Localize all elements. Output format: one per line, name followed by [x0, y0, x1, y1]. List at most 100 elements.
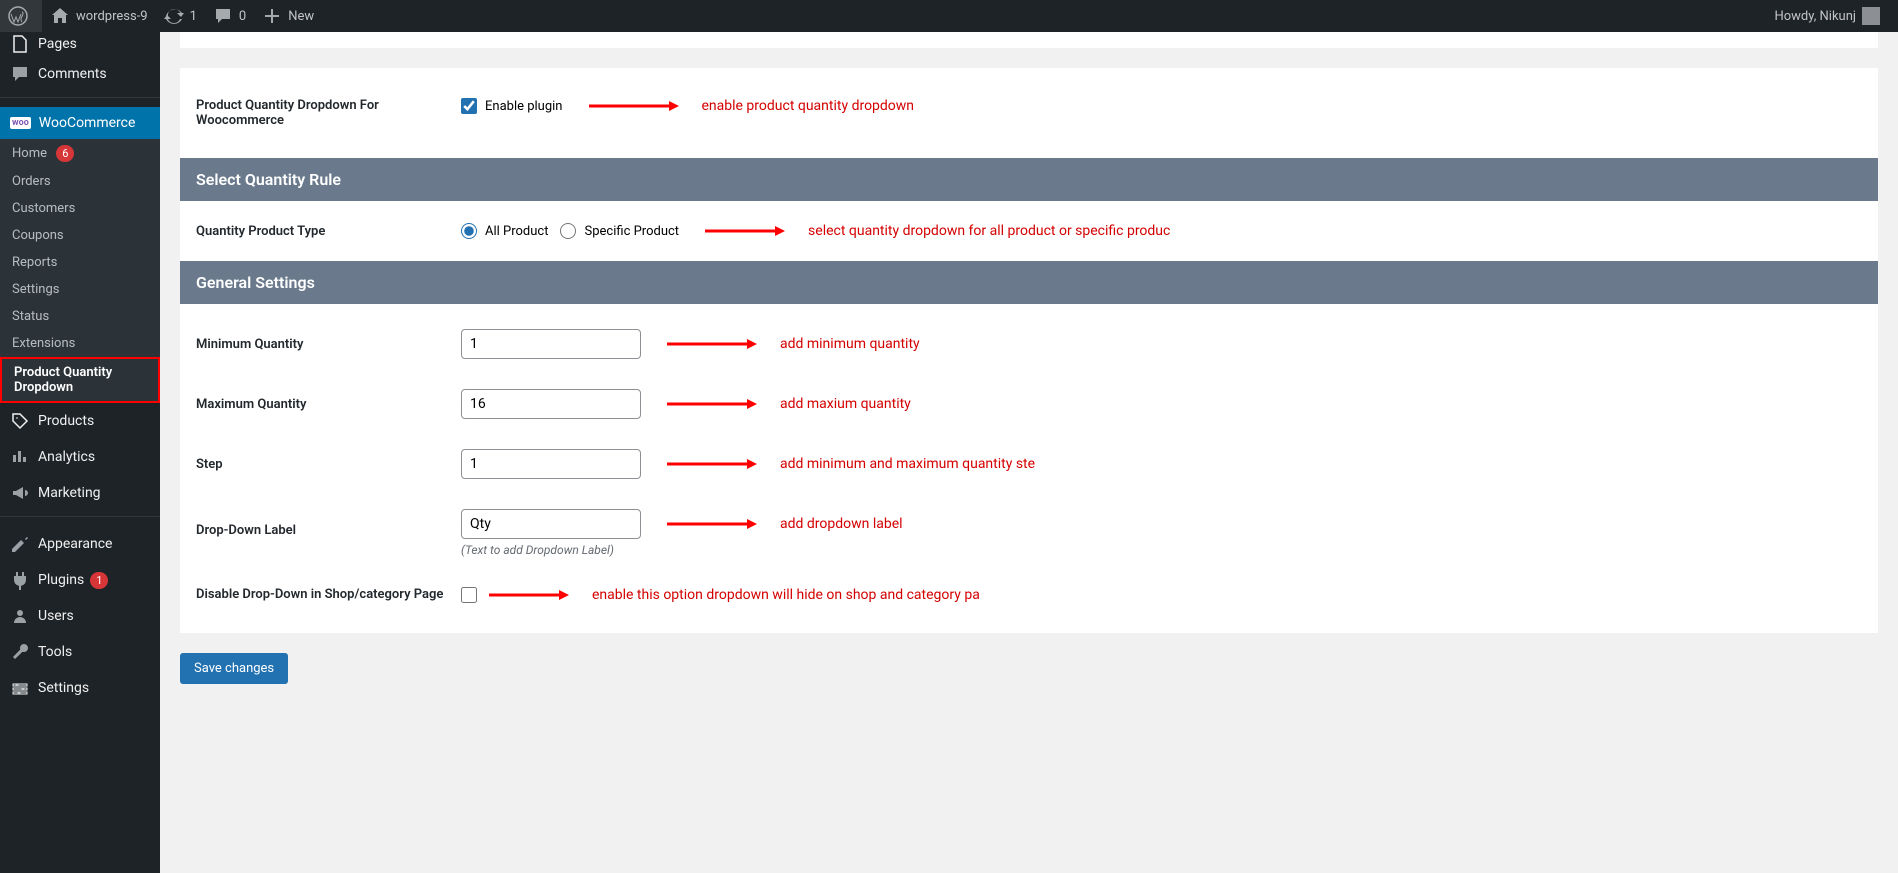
sidebar-item-woocommerce[interactable]: woo WooCommerce — [0, 107, 160, 139]
submenu-extensions[interactable]: Extensions — [0, 330, 160, 357]
submenu-coupons[interactable]: Coupons — [0, 222, 160, 249]
max-qty-label: Maximum Quantity — [196, 397, 461, 412]
submenu-customers-label: Customers — [12, 201, 75, 216]
disable-dd-field: enable this option dropdown will hide on… — [461, 587, 980, 603]
submenu-pqd-label: Product Quantity Dropdown — [14, 365, 112, 395]
sidebar-item-products[interactable]: Products — [0, 403, 160, 439]
new-item[interactable]: New — [254, 0, 322, 32]
submenu-home[interactable]: Home 6 — [0, 139, 160, 168]
submenu-customers[interactable]: Customers — [0, 195, 160, 222]
arrow-icon — [667, 338, 757, 350]
avatar — [1862, 7, 1880, 25]
users-label: Users — [38, 608, 74, 624]
dd-label-label: Drop-Down Label — [196, 509, 461, 538]
woocommerce-submenu: Home 6 Orders Customers Coupons Reports … — [0, 139, 160, 403]
sidebar-item-analytics[interactable]: Analytics — [0, 439, 160, 475]
plugins-icon — [10, 570, 30, 590]
dd-label-field: add dropdown label (Text to add Dropdown… — [461, 509, 903, 557]
submenu-product-quantity-dropdown[interactable]: Product Quantity Dropdown — [0, 357, 160, 403]
main-content: Product Quantity Dropdown For Woocommerc… — [160, 0, 1898, 684]
save-button[interactable]: Save changes — [180, 653, 288, 684]
users-icon — [10, 606, 30, 626]
woocommerce-label: WooCommerce — [39, 115, 136, 131]
new-label: New — [288, 9, 314, 24]
section-general: General Settings — [180, 261, 1878, 304]
comments-count: 0 — [239, 9, 246, 24]
max-qty-field: add maxium quantity — [461, 389, 911, 419]
updates-item[interactable]: 1 — [156, 0, 205, 32]
qpt-specific-radio[interactable] — [560, 223, 576, 239]
arrow-icon — [589, 100, 679, 112]
form-panel: Product Quantity Dropdown For Woocommerc… — [180, 68, 1878, 633]
qpt-all-radio[interactable] — [461, 223, 477, 239]
qpt-all-label: All Product — [485, 224, 548, 239]
appearance-label: Appearance — [38, 536, 112, 552]
arrow-icon — [667, 518, 757, 530]
sidebar-item-appearance[interactable]: Appearance — [0, 526, 160, 562]
dd-label-row: Drop-Down Label add dropdown label (Text… — [180, 494, 1878, 572]
sidebar-spacer — [0, 97, 160, 107]
step-input[interactable] — [461, 449, 641, 479]
step-row: Step add minimum and maximum quantity st… — [180, 434, 1878, 494]
qpt-specific-label: Specific Product — [584, 224, 679, 239]
sidebar-spacer-2 — [0, 516, 160, 526]
sidebar-item-users[interactable]: Users — [0, 598, 160, 634]
howdy-item[interactable]: Howdy, Nikunj — [1766, 0, 1888, 32]
min-qty-label: Minimum Quantity — [196, 337, 461, 352]
sidebar-item-pages[interactable]: Pages — [0, 32, 160, 56]
woo-icon: woo — [10, 117, 31, 129]
submenu-orders-label: Orders — [12, 174, 51, 189]
tools-icon — [10, 642, 30, 662]
marketing-icon — [10, 483, 30, 503]
max-annotation: add maxium quantity — [780, 396, 911, 412]
sidebar-item-plugins[interactable]: Plugins 1 — [0, 562, 160, 598]
enable-plugin-checkbox[interactable] — [461, 98, 477, 114]
site-name: wordpress-9 — [76, 9, 148, 24]
enable-plugin-row: Product Quantity Dropdown For Woocommerc… — [180, 68, 1878, 158]
comments-icon — [10, 64, 30, 84]
submenu-coupons-label: Coupons — [12, 228, 64, 243]
pages-icon — [10, 34, 30, 54]
min-qty-input[interactable] — [461, 329, 641, 359]
submenu-status[interactable]: Status — [0, 303, 160, 330]
submenu-extensions-label: Extensions — [12, 336, 75, 351]
products-icon — [10, 411, 30, 431]
submenu-settings[interactable]: Settings — [0, 276, 160, 303]
sidebar-item-comments[interactable]: Comments — [0, 56, 160, 92]
dd-label-input[interactable] — [461, 509, 641, 539]
submenu-orders[interactable]: Orders — [0, 168, 160, 195]
disable-dd-label: Disable Drop-Down in Shop/category Page — [196, 587, 461, 602]
disable-dd-checkbox[interactable] — [461, 587, 477, 603]
enable-plugin-checkbox-label: Enable plugin — [485, 99, 563, 114]
settings-icon — [10, 678, 30, 698]
sidebar: Pages Comments woo WooCommerce Home 6 Or… — [0, 32, 160, 873]
min-qty-field: add minimum quantity — [461, 329, 920, 359]
comments-item[interactable]: 0 — [205, 0, 254, 32]
admin-bar: wordpress-9 1 0 New Howdy, Nikunj — [0, 0, 1898, 32]
admin-bar-right: Howdy, Nikunj — [1766, 0, 1898, 32]
sidebar-item-marketing[interactable]: Marketing — [0, 475, 160, 511]
arrow-icon — [667, 458, 757, 470]
arrow-icon — [705, 225, 785, 237]
step-annotation: add minimum and maximum quantity ste — [780, 456, 1035, 472]
products-label: Products — [38, 413, 94, 429]
sidebar-item-settings[interactable]: Settings — [0, 670, 160, 706]
wp-logo[interactable] — [0, 0, 42, 32]
settings-label: Settings — [38, 680, 89, 696]
submenu-status-label: Status — [12, 309, 49, 324]
qpt-field: All Product Specific Product select quan… — [461, 223, 1170, 239]
enable-plugin-field: Enable plugin enable product quantity dr… — [461, 98, 914, 114]
analytics-icon — [10, 447, 30, 467]
plugins-badge: 1 — [90, 572, 108, 589]
enable-annotation: enable product quantity dropdown — [702, 98, 915, 114]
dd-label-inner: add dropdown label — [461, 509, 903, 539]
site-name-item[interactable]: wordpress-9 — [42, 0, 156, 32]
sidebar-item-tools[interactable]: Tools — [0, 634, 160, 670]
step-label: Step — [196, 457, 461, 472]
max-qty-input[interactable] — [461, 389, 641, 419]
plugins-label: Plugins — [38, 572, 84, 588]
comments-label: Comments — [38, 66, 107, 82]
submenu-home-label: Home — [12, 146, 47, 161]
quantity-product-type-row: Quantity Product Type All Product Specif… — [180, 201, 1878, 261]
submenu-reports[interactable]: Reports — [0, 249, 160, 276]
